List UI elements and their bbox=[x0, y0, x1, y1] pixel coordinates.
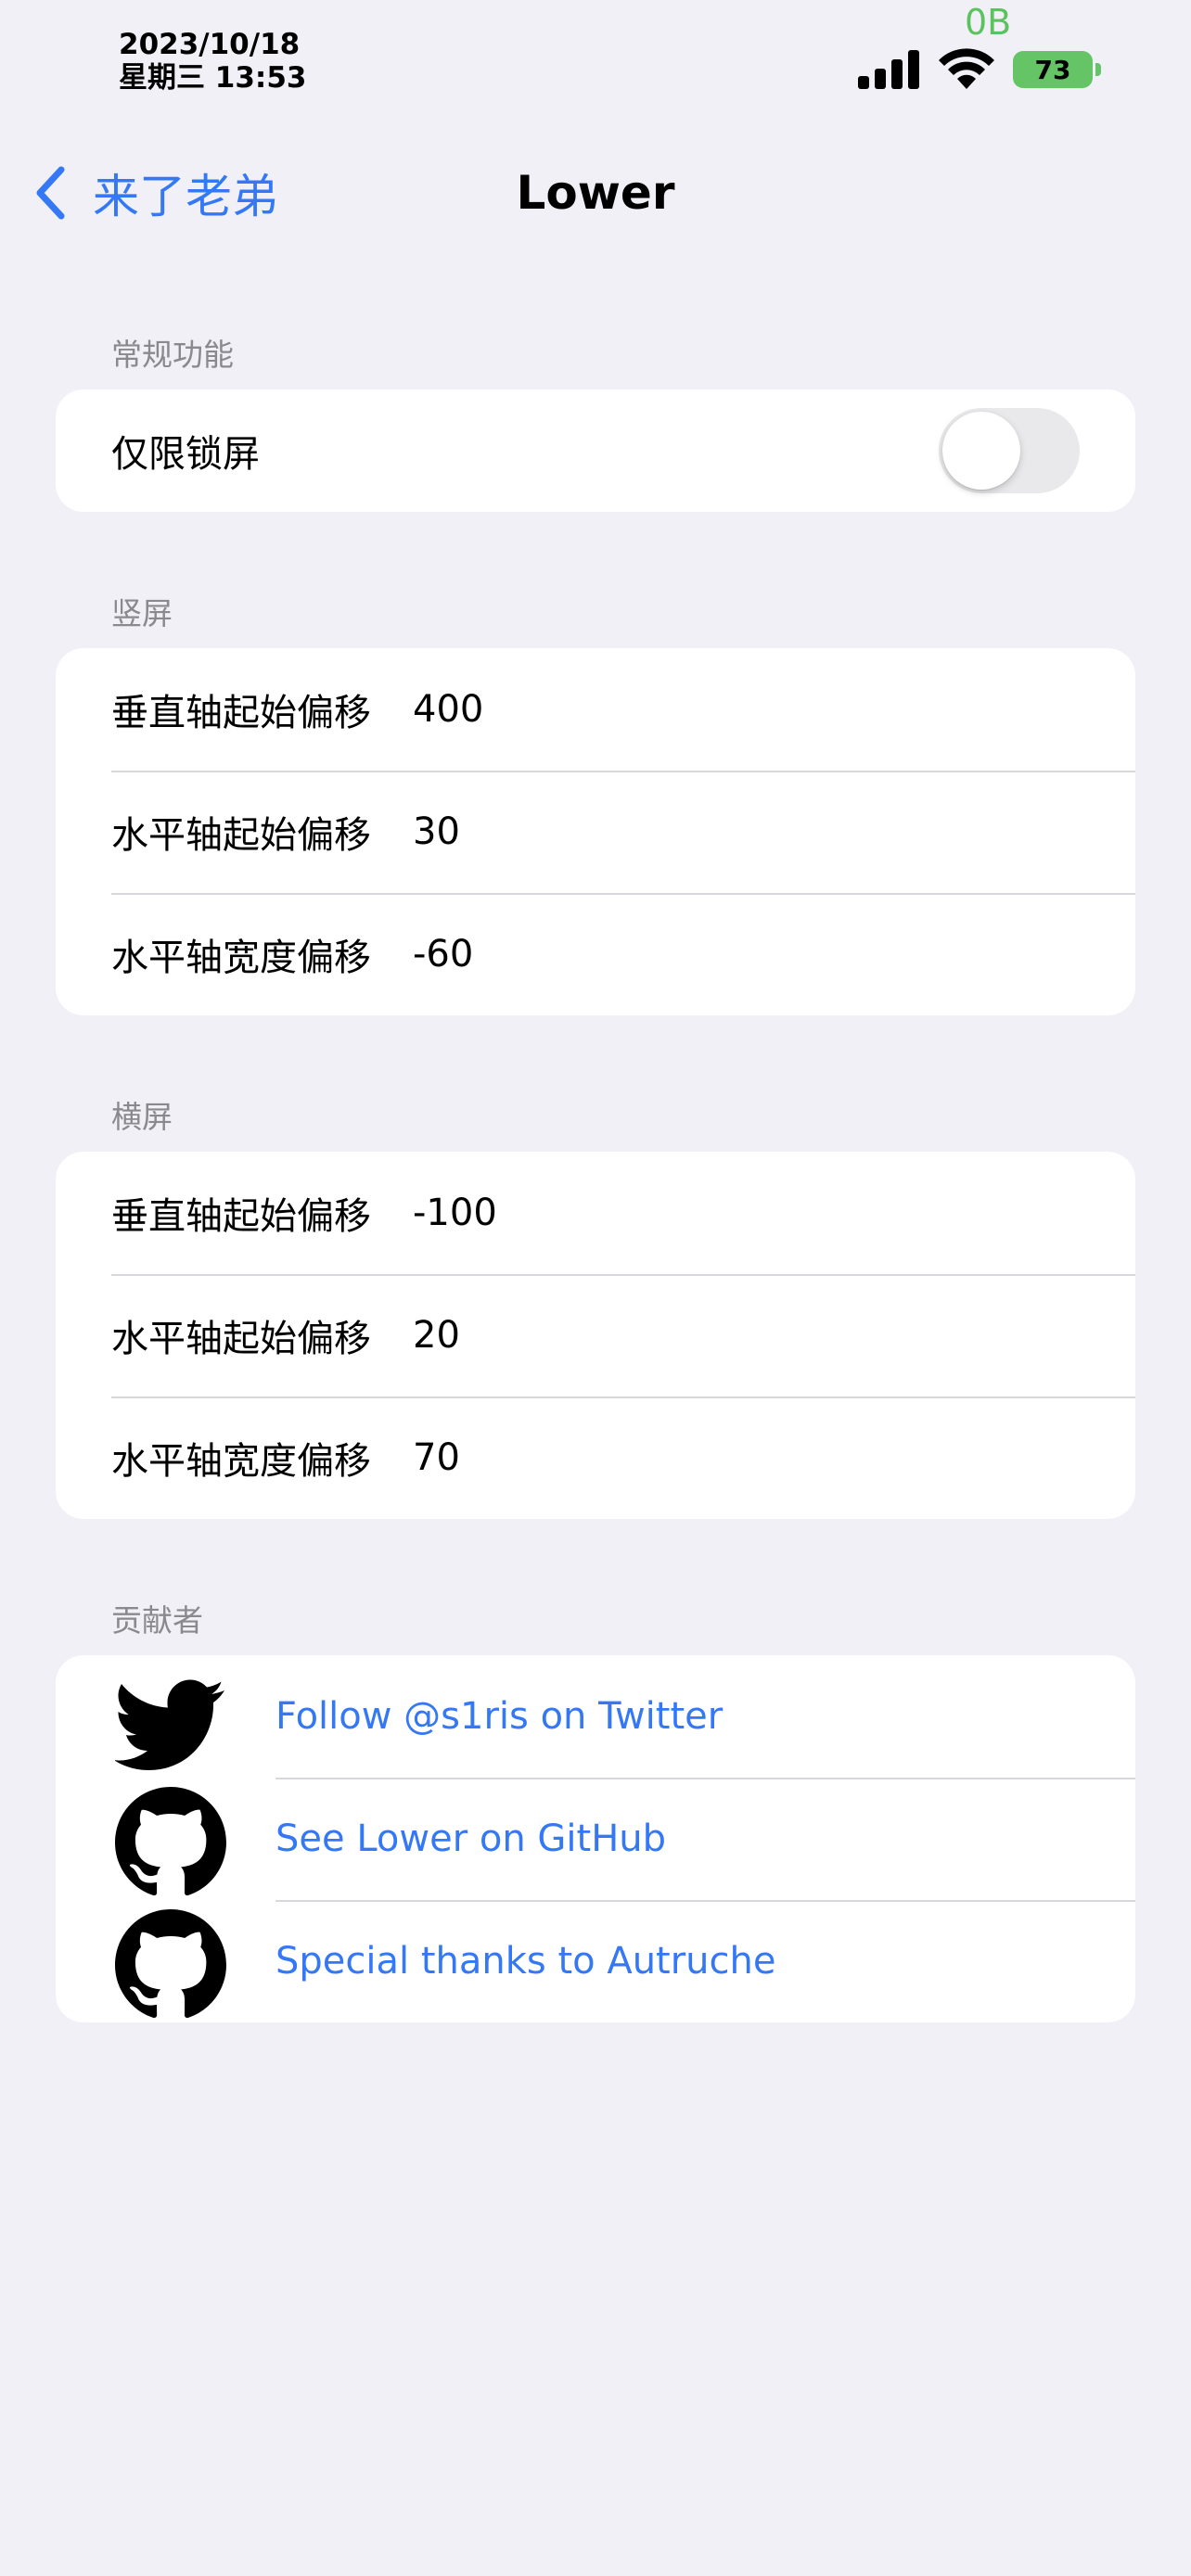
landscape-vertical-start-offset-row[interactable]: 垂直轴起始偏移 -100 bbox=[56, 1152, 1135, 1274]
github-link[interactable]: See Lower on GitHub bbox=[275, 1778, 666, 1900]
landscape-group: 垂直轴起始偏移 -100 水平轴起始偏移 20 水平轴宽度偏移 70 bbox=[56, 1152, 1135, 1519]
portrait-vertical-start-offset-field[interactable]: 400 bbox=[413, 688, 483, 731]
navigation-bar: Lower 来了老弟 bbox=[0, 148, 1191, 237]
battery-level: 73 bbox=[1013, 51, 1093, 88]
github-icon bbox=[115, 1787, 226, 1896]
section-header-portrait: 竖屏 bbox=[111, 595, 173, 631]
setting-label: 水平轴起始偏移 bbox=[111, 814, 371, 857]
landscape-horizontal-width-offset-field[interactable]: 70 bbox=[413, 1436, 460, 1479]
network-speed: 0B bbox=[965, 2, 1012, 43]
twitter-link[interactable]: Follow @s1ris on Twitter bbox=[275, 1655, 723, 1778]
battery-nub bbox=[1095, 63, 1101, 76]
section-header-general: 常规功能 bbox=[111, 337, 234, 373]
setting-label: 垂直轴起始偏移 bbox=[111, 1195, 371, 1238]
portrait-horizontal-width-offset-row[interactable]: 水平轴宽度偏移 -60 bbox=[56, 893, 1135, 1015]
portrait-horizontal-width-offset-field[interactable]: -60 bbox=[413, 933, 473, 976]
contributors-group: Follow @s1ris on Twitter See Lower on Gi… bbox=[56, 1655, 1135, 2022]
status-weekday-time: 星期三 13:53 bbox=[119, 61, 307, 95]
landscape-horizontal-start-offset-field[interactable]: 20 bbox=[413, 1314, 460, 1357]
setting-label: 垂直轴起始偏移 bbox=[111, 692, 371, 734]
portrait-vertical-start-offset-row[interactable]: 垂直轴起始偏移 400 bbox=[56, 648, 1135, 771]
github-icon bbox=[115, 1909, 226, 2019]
general-group: 仅限锁屏 bbox=[56, 389, 1135, 512]
setting-label: 水平轴起始偏移 bbox=[111, 1318, 371, 1360]
landscape-horizontal-width-offset-row[interactable]: 水平轴宽度偏移 70 bbox=[56, 1396, 1135, 1519]
chevron-left-icon bbox=[36, 166, 65, 220]
wifi-icon bbox=[939, 48, 994, 89]
back-button[interactable]: 来了老弟 bbox=[33, 163, 278, 223]
lock-screen-only-row: 仅限锁屏 bbox=[56, 389, 1135, 512]
twitter-link-row[interactable]: Follow @s1ris on Twitter bbox=[56, 1655, 1135, 1778]
setting-label: 水平轴宽度偏移 bbox=[111, 937, 371, 979]
twitter-icon bbox=[115, 1679, 224, 1770]
battery-indicator: 73 bbox=[1013, 51, 1102, 88]
landscape-vertical-start-offset-field[interactable]: -100 bbox=[413, 1192, 497, 1234]
status-date: 2023/10/18 bbox=[119, 28, 301, 61]
portrait-group: 垂直轴起始偏移 400 水平轴起始偏移 30 水平轴宽度偏移 -60 bbox=[56, 648, 1135, 1015]
cellular-signal-icon bbox=[858, 50, 919, 89]
section-header-landscape: 横屏 bbox=[111, 1099, 173, 1135]
lock-screen-only-toggle[interactable] bbox=[939, 408, 1080, 493]
back-button-label: 来了老弟 bbox=[93, 170, 278, 223]
toggle-knob bbox=[942, 412, 1020, 490]
setting-label: 水平轴宽度偏移 bbox=[111, 1440, 371, 1483]
thanks-link[interactable]: Special thanks to Autruche bbox=[275, 1900, 775, 2022]
portrait-horizontal-start-offset-row[interactable]: 水平轴起始偏移 30 bbox=[56, 771, 1135, 893]
lock-screen-only-label: 仅限锁屏 bbox=[111, 433, 260, 476]
github-link-row[interactable]: See Lower on GitHub bbox=[56, 1778, 1135, 1900]
status-bar: 2023/10/18 星期三 13:53 0B 73 bbox=[0, 0, 1191, 102]
thanks-link-row[interactable]: Special thanks to Autruche bbox=[56, 1900, 1135, 2022]
landscape-horizontal-start-offset-row[interactable]: 水平轴起始偏移 20 bbox=[56, 1274, 1135, 1396]
status-datetime: 2023/10/18 星期三 13:53 bbox=[119, 28, 306, 95]
portrait-horizontal-start-offset-field[interactable]: 30 bbox=[413, 810, 460, 853]
section-header-contributors: 贡献者 bbox=[111, 1602, 203, 1639]
